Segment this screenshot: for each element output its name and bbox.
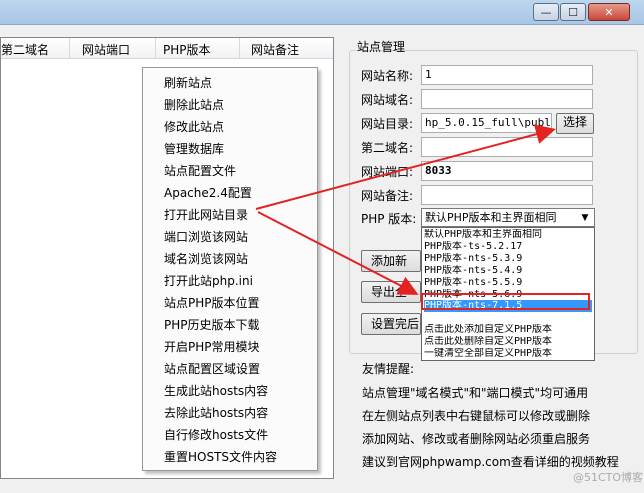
watermark: @51CTO博客 [573,471,644,484]
annotation-arrow [257,211,419,295]
annotation-arrows [255,124,556,295]
annotation-arrow [255,124,556,210]
